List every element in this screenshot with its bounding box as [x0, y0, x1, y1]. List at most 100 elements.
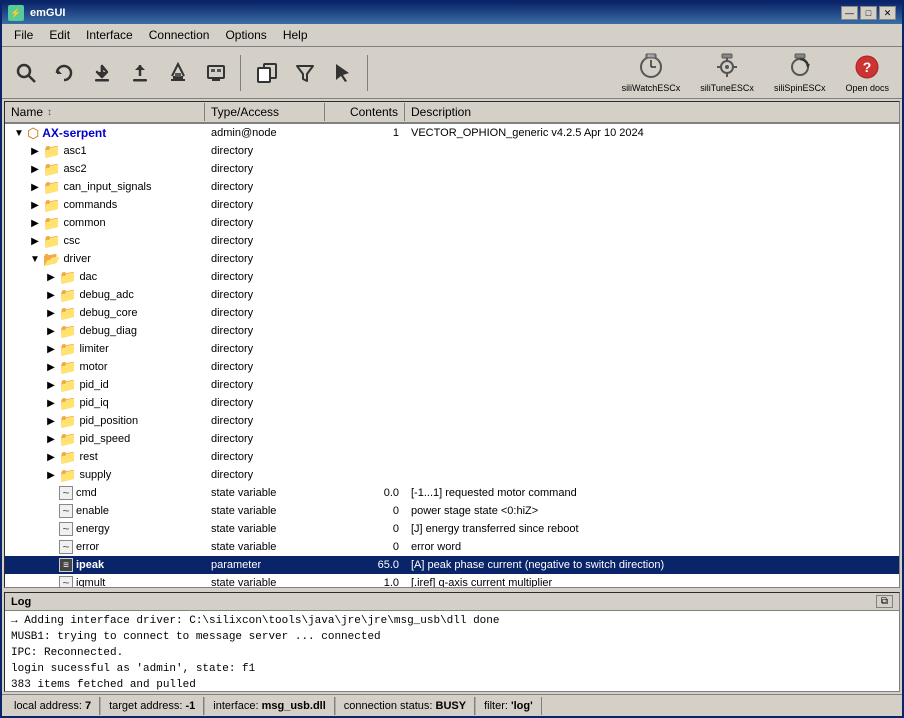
- expander-driver[interactable]: ▼: [27, 251, 43, 267]
- flash-button[interactable]: [160, 55, 196, 91]
- row-desc: power stage state <0:hiZ>: [405, 505, 899, 517]
- tree-row[interactable]: ▶ 📁 commands directory: [5, 196, 899, 214]
- expander-limiter[interactable]: ▶: [43, 341, 59, 357]
- search-button[interactable]: [8, 55, 44, 91]
- tree-row[interactable]: ▶ 📁 asc1 directory: [5, 142, 899, 160]
- row-desc: [.iref] q-axis current multiplier: [405, 577, 899, 587]
- silispin-button[interactable]: siliSpinESCx: [767, 50, 833, 96]
- tree-row[interactable]: ▶ 📁 rest directory: [5, 448, 899, 466]
- tree-row-ipeak[interactable]: ▶ ≡ ipeak parameter 65.0 [A] peak phase …: [5, 556, 899, 574]
- menu-help[interactable]: Help: [275, 26, 316, 44]
- filter-button[interactable]: [287, 55, 323, 91]
- folder-icon: 📁: [59, 287, 76, 304]
- tree-row[interactable]: ▶ 📁 asc2 directory: [5, 160, 899, 178]
- expander-dac[interactable]: ▶: [43, 269, 59, 285]
- log-body[interactable]: → Adding interface driver: C:\silixcon\t…: [5, 611, 899, 691]
- refresh-button[interactable]: [46, 55, 82, 91]
- expander-asc2[interactable]: ▶: [27, 161, 43, 177]
- tree-body[interactable]: ▼ ⬡ AX-serpent admin@node 1 VECTOR_OPHIO…: [5, 124, 899, 587]
- toolbar-secondary-group: [249, 55, 368, 91]
- tree-row[interactable]: ▶ 📁 dac directory: [5, 268, 899, 286]
- siliwatch-button[interactable]: ESC siliWatchESCx: [615, 50, 688, 96]
- tree-row[interactable]: ▶ 📁 limiter directory: [5, 340, 899, 358]
- target-address-label: target address:: [109, 700, 182, 712]
- param-icon: ≡: [59, 558, 73, 572]
- tree-row[interactable]: ▶ 📁 motor directory: [5, 358, 899, 376]
- maximize-button[interactable]: □: [860, 6, 877, 20]
- title-bar-buttons: — □ ✕: [841, 6, 896, 20]
- expander-debug-core[interactable]: ▶: [43, 305, 59, 321]
- tree-row[interactable]: ▶ ~ energy state variable 0 [J] energy t…: [5, 520, 899, 538]
- expander-commands[interactable]: ▶: [27, 197, 43, 213]
- folder-icon: 📁: [59, 413, 76, 430]
- tree-row[interactable]: ▼ ⬡ AX-serpent admin@node 1 VECTOR_OPHIO…: [5, 124, 899, 142]
- menu-bar: File Edit Interface Connection Options H…: [2, 24, 902, 47]
- menu-options[interactable]: Options: [217, 26, 274, 44]
- opendocs-button[interactable]: ? Open docs: [838, 50, 896, 96]
- expander-can[interactable]: ▶: [27, 179, 43, 195]
- log-line: login sucessful as 'admin', state: f1: [11, 661, 893, 677]
- tree-row[interactable]: ▶ 📁 supply directory: [5, 466, 899, 484]
- tree-row[interactable]: ▶ 📁 pid_speed directory: [5, 430, 899, 448]
- expander-debug-adc[interactable]: ▶: [43, 287, 59, 303]
- statevar-icon: ~: [59, 522, 73, 536]
- local-address-label: local address:: [14, 700, 82, 712]
- expander-pid-speed[interactable]: ▶: [43, 431, 59, 447]
- expander-asc1[interactable]: ▶: [27, 143, 43, 159]
- folder-open-icon: 📂: [43, 251, 60, 268]
- expander-motor[interactable]: ▶: [43, 359, 59, 375]
- content-area: Name ↕ Type/Access Contents Description: [2, 99, 902, 694]
- expander-pid-id[interactable]: ▶: [43, 377, 59, 393]
- log-header: Log ⧉: [5, 593, 899, 611]
- dir-name-csc: csc: [63, 235, 80, 247]
- device-button[interactable]: [198, 55, 234, 91]
- dir-name-rest: rest: [79, 451, 97, 463]
- tree-row[interactable]: ▶ 📁 pid_iq directory: [5, 394, 899, 412]
- expander-common[interactable]: ▶: [27, 215, 43, 231]
- menu-file[interactable]: File: [6, 26, 41, 44]
- tree-row[interactable]: ▶ 📁 common directory: [5, 214, 899, 232]
- silitune-button[interactable]: siliTuneESCx: [693, 50, 761, 96]
- tree-row[interactable]: ▶ 📁 csc directory: [5, 232, 899, 250]
- expander-ax-serpent[interactable]: ▼: [11, 125, 27, 141]
- tree-row[interactable]: ▶ ~ error state variable 0 error word: [5, 538, 899, 556]
- tree-row[interactable]: ▶ 📁 pid_id directory: [5, 376, 899, 394]
- close-button[interactable]: ✕: [879, 6, 896, 20]
- download-button[interactable]: [84, 55, 120, 91]
- tree-row[interactable]: ▼ 📂 driver directory: [5, 250, 899, 268]
- tree-row[interactable]: ▶ 📁 debug_core directory: [5, 304, 899, 322]
- expander-pid-iq[interactable]: ▶: [43, 395, 59, 411]
- var-name-iqmult: iqmult: [76, 577, 105, 587]
- expander-debug-diag[interactable]: ▶: [43, 323, 59, 339]
- cursor-button[interactable]: [325, 55, 361, 91]
- tree-row[interactable]: ▶ 📁 debug_adc directory: [5, 286, 899, 304]
- upload-button[interactable]: [122, 55, 158, 91]
- siliwatch-label: siliWatchESCx: [622, 83, 681, 93]
- row-type: state variable: [205, 541, 325, 553]
- expander-pid-position[interactable]: ▶: [43, 413, 59, 429]
- toolbar: ESC siliWatchESCx siliTuneESCx siliSpinE…: [2, 47, 902, 99]
- minimize-button[interactable]: —: [841, 6, 858, 20]
- target-address-value: -1: [186, 700, 196, 712]
- expander-supply[interactable]: ▶: [43, 467, 59, 483]
- tree-row[interactable]: ▶ ~ iqmult state variable 1.0 [.iref] q-…: [5, 574, 899, 587]
- tree-row[interactable]: ▶ ~ enable state variable 0 power stage …: [5, 502, 899, 520]
- folder-icon: 📁: [59, 323, 76, 340]
- interface-label: interface:: [213, 700, 258, 712]
- expander-rest[interactable]: ▶: [43, 449, 59, 465]
- row-desc: [-1...1] requested motor command: [405, 487, 899, 499]
- menu-connection[interactable]: Connection: [141, 26, 218, 44]
- tree-row[interactable]: ▶ ~ cmd state variable 0.0 [-1...1] requ…: [5, 484, 899, 502]
- toolbar-main-group: [8, 55, 241, 91]
- dir-name-pid-speed: pid_speed: [79, 433, 130, 445]
- expander-csc[interactable]: ▶: [27, 233, 43, 249]
- menu-interface[interactable]: Interface: [78, 26, 141, 44]
- copy-button[interactable]: [249, 55, 285, 91]
- log-copy-button[interactable]: ⧉: [876, 595, 893, 608]
- menu-edit[interactable]: Edit: [41, 26, 78, 44]
- tree-row[interactable]: ▶ 📁 pid_position directory: [5, 412, 899, 430]
- main-window: ⚡ emGUI — □ ✕ File Edit Interface Connec…: [0, 0, 904, 718]
- tree-row[interactable]: ▶ 📁 can_input_signals directory: [5, 178, 899, 196]
- header-name[interactable]: Name ↕: [5, 103, 205, 121]
- tree-row[interactable]: ▶ 📁 debug_diag directory: [5, 322, 899, 340]
